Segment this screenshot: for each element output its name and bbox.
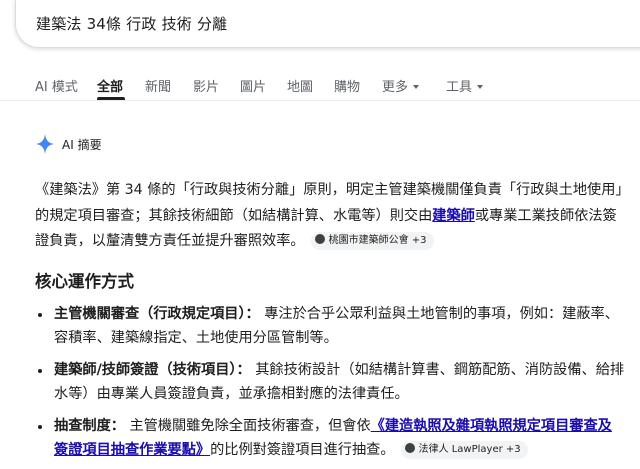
tab-tools-label: 工具 <box>446 80 473 95</box>
tabs-divider <box>0 100 640 101</box>
tab-all[interactable]: 全部 <box>97 76 123 95</box>
bullet-text-cont: 的比例對簽證項目進行抽查。 <box>210 441 395 458</box>
bullet-heading: 抽查制度： <box>54 418 125 434</box>
bullet-text: 主管機關雖免除全面技術審查，但會依 <box>129 418 371 434</box>
bullet-heading: 主管機關審查（行政規定項目）： <box>54 306 260 322</box>
tab-more-label: 更多 <box>382 80 409 95</box>
tab-shopping[interactable]: 購物 <box>334 76 360 95</box>
chevron-down-icon <box>477 84 484 89</box>
list-item: 主管機關審查（行政規定項目）： 專注於合乎公眾利益與土地管制的事項，例如：建蔽率… <box>35 303 625 350</box>
bullet-heading: 建築師/技師簽證（技術項目）： <box>54 362 251 378</box>
source-chip[interactable]: 桃園市建築師公會 +3 <box>310 232 434 250</box>
tab-ai-mode[interactable]: AI 模式 <box>35 76 78 95</box>
tab-videos[interactable]: 影片 <box>193 76 219 95</box>
chevron-down-icon <box>413 84 420 89</box>
sparkle-icon <box>36 134 54 154</box>
source-favicon-icon <box>404 442 415 453</box>
tab-maps[interactable]: 地圖 <box>287 76 313 95</box>
tab-images[interactable]: 圖片 <box>240 76 266 95</box>
bullet-list: 主管機關審查（行政規定項目）： 專注於合乎公眾利益與土地管制的事項，例如：建蔽率… <box>35 303 625 462</box>
architect-link[interactable]: 建築師 <box>432 208 475 224</box>
section-title: 核心運作方式 <box>35 272 134 291</box>
ai-overview-title: AI 摘要 <box>62 138 102 152</box>
search-tabs: AI 模式 全部 新聞 影片 圖片 地圖 購物 更多 工具 <box>0 70 640 100</box>
bullet-dot <box>38 313 42 317</box>
ai-overview-intro: 《建築法》第 34 條的「行政與技術分離」原則，明定主管建築機關僅負責「行政與土… <box>35 178 625 255</box>
search-box[interactable]: 建築法 34條 行政 技術 分離 <box>15 0 640 48</box>
list-item: 抽查制度： 主管機關雖免除全面技術審查，但會依《建造執照及雜項執照規定項目審查及… <box>35 415 625 462</box>
source-favicon-icon <box>314 234 325 244</box>
list-item: 建築師/技師簽證（技術項目）： 其餘技術設計（如結構計算書、鋼筋配筋、消防設備、… <box>35 359 625 406</box>
source-chip-label: 法律人 LawPlayer +3 <box>418 443 521 455</box>
search-query[interactable]: 建築法 34條 行政 技術 分離 <box>36 13 227 34</box>
bullet-dot <box>38 369 42 373</box>
source-chip-label: 桃園市建築師公會 +3 <box>328 235 427 246</box>
tab-more[interactable]: 更多 <box>382 76 420 95</box>
tab-tools[interactable]: 工具 <box>446 76 484 95</box>
bullet-dot <box>38 425 42 429</box>
tab-news[interactable]: 新聞 <box>145 76 171 95</box>
source-chip[interactable]: 法律人 LawPlayer +3 <box>400 440 528 459</box>
